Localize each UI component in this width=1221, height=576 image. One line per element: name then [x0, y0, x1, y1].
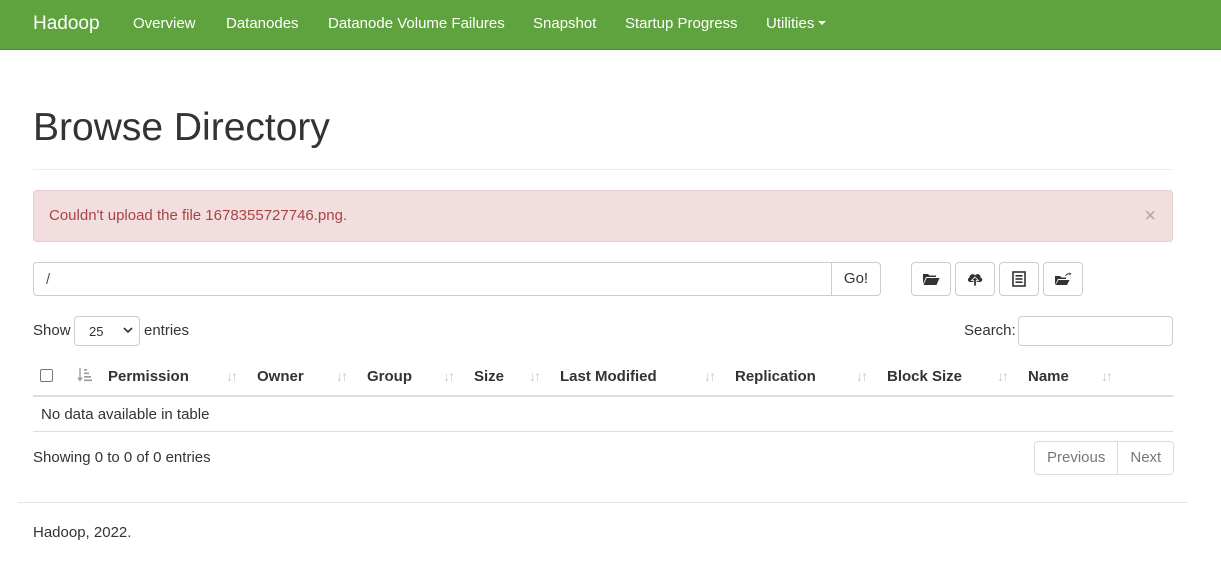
- footer-divider: [18, 502, 1188, 503]
- column-header-group[interactable]: Group: [367, 368, 412, 385]
- show-label: Show: [33, 322, 71, 339]
- sort-icon[interactable]: ↓↑: [856, 368, 868, 384]
- sort-icon[interactable]: ↓↑: [529, 368, 541, 384]
- next-button[interactable]: Next: [1118, 441, 1175, 475]
- alert-message: Couldn't upload the file 1678355727746.p…: [49, 207, 348, 224]
- table-row-divider: [33, 431, 1173, 432]
- close-icon[interactable]: ×: [1144, 206, 1156, 226]
- nav-datanodes[interactable]: Datanodes: [226, 15, 299, 32]
- column-header-permission[interactable]: Permission: [108, 368, 189, 385]
- chevron-down-icon: [123, 327, 133, 334]
- list-icon: [1012, 271, 1026, 287]
- sort-icon[interactable]: ↓↑: [336, 368, 348, 384]
- column-header-size[interactable]: Size: [474, 368, 504, 385]
- nav-datanode-volume-failures[interactable]: Datanode Volume Failures: [328, 15, 505, 32]
- page-length-value: 25: [89, 324, 104, 339]
- upload-files-button[interactable]: [955, 262, 995, 296]
- title-divider: [33, 169, 1173, 170]
- column-header-owner[interactable]: Owner: [257, 368, 304, 385]
- move-folder-icon: [1055, 272, 1072, 285]
- sort-ascending-icon[interactable]: [77, 367, 93, 383]
- nav-utilities-label: Utilities: [766, 15, 815, 32]
- sort-icon[interactable]: ↓↑: [226, 368, 238, 384]
- empty-table-message: No data available in table: [41, 406, 210, 423]
- previous-button[interactable]: Previous: [1034, 441, 1119, 475]
- sort-icon[interactable]: ↓↑: [1101, 368, 1113, 384]
- select-all-checkbox[interactable]: [40, 369, 53, 382]
- search-label: Search:: [964, 322, 1016, 339]
- error-alert: Couldn't upload the file 1678355727746.p…: [33, 190, 1173, 242]
- nav-utilities-dropdown[interactable]: Utilities: [766, 15, 827, 32]
- footer-text: Hadoop, 2022.: [33, 524, 132, 541]
- go-button[interactable]: Go!: [831, 262, 881, 296]
- nav-overview[interactable]: Overview: [133, 15, 196, 32]
- navbar: Hadoop Overview Datanodes Datanode Volum…: [0, 0, 1221, 50]
- sort-icon[interactable]: ↓↑: [997, 368, 1009, 384]
- column-header-block-size[interactable]: Block Size: [887, 368, 962, 385]
- directory-path-input[interactable]: [33, 262, 832, 296]
- search-input[interactable]: [1018, 316, 1173, 346]
- sort-icon[interactable]: ↓↑: [443, 368, 455, 384]
- table-info: Showing 0 to 0 of 0 entries: [33, 449, 211, 466]
- column-header-last-modified[interactable]: Last Modified: [560, 368, 657, 385]
- page-length-select[interactable]: 25: [74, 316, 140, 346]
- table-header-divider: [33, 395, 1173, 397]
- cloud-upload-icon: [967, 274, 983, 287]
- sort-icon[interactable]: ↓↑: [704, 368, 716, 384]
- entries-label: entries: [144, 322, 190, 339]
- brand-link[interactable]: Hadoop: [33, 13, 100, 35]
- caret-down-icon: [818, 21, 827, 26]
- pagination: Previous Next: [1034, 441, 1175, 475]
- column-header-name[interactable]: Name: [1028, 368, 1069, 385]
- page-title: Browse Directory: [33, 106, 330, 149]
- column-header-replication[interactable]: Replication: [735, 368, 816, 385]
- nav-snapshot[interactable]: Snapshot: [533, 15, 596, 32]
- view-list-button[interactable]: [999, 262, 1039, 296]
- open-folder-icon: [923, 274, 940, 285]
- cut-paste-button[interactable]: [1043, 262, 1083, 296]
- nav-startup-progress[interactable]: Startup Progress: [625, 15, 738, 32]
- create-directory-button[interactable]: [911, 262, 951, 296]
